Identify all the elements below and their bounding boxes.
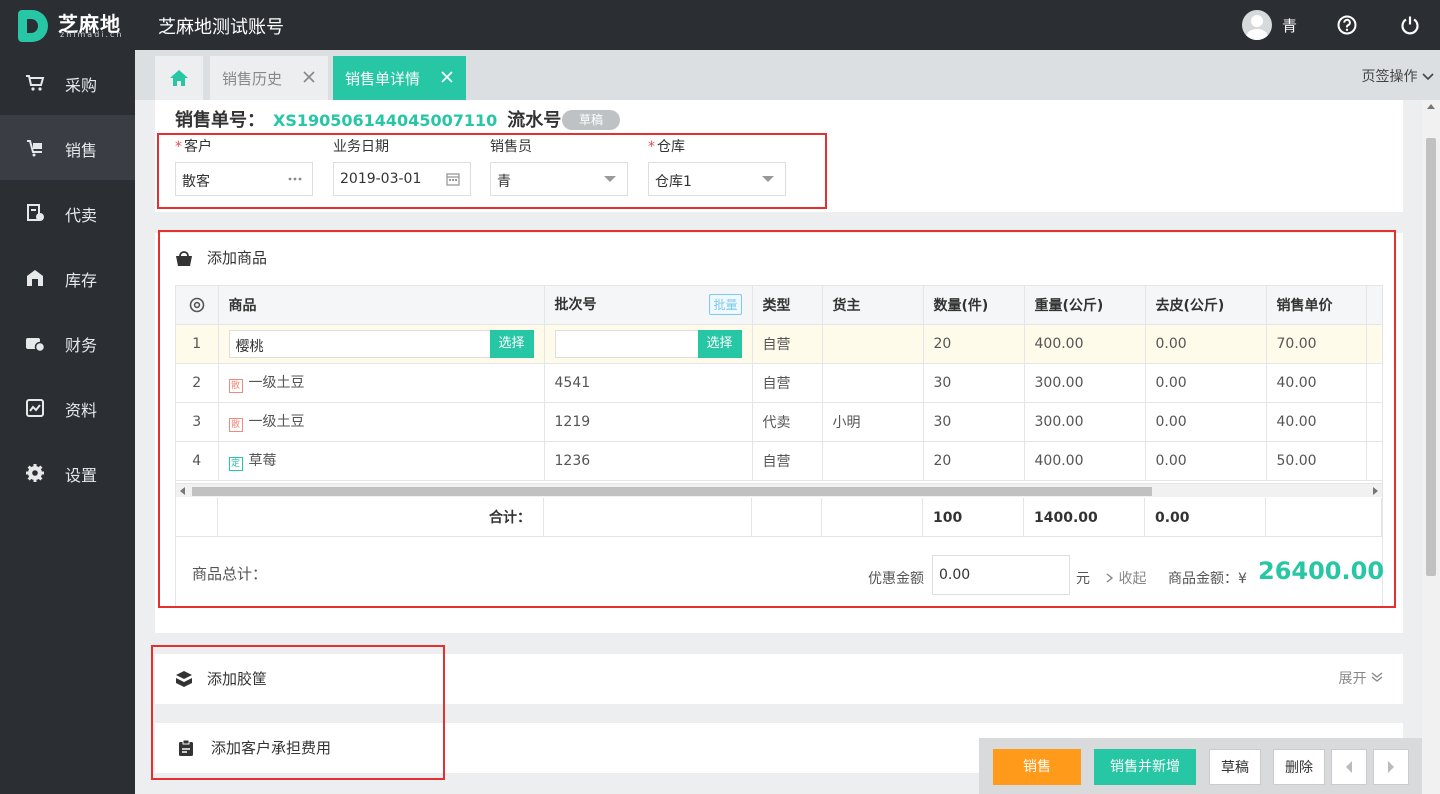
scroll-up-icon[interactable] bbox=[1427, 104, 1435, 109]
account-title: 芝麻地测试账号 bbox=[158, 17, 284, 38]
annotation-box-goods bbox=[158, 230, 1396, 608]
sidebar-item-finance[interactable]: 财务 bbox=[0, 310, 135, 375]
previous-button[interactable] bbox=[1331, 749, 1367, 785]
close-icon[interactable] bbox=[302, 70, 316, 84]
action-bar: 销售 销售并新增 草稿 删除 bbox=[979, 738, 1422, 794]
sidebar: 采购 销售 代卖 库存 财务 资料 设置 bbox=[0, 50, 135, 794]
sidebar-item-label: 销售 bbox=[65, 141, 98, 160]
sale-icon bbox=[27, 140, 42, 157]
cart-icon bbox=[26, 75, 45, 91]
tab-operations-menu[interactable]: 页签操作 bbox=[1362, 66, 1434, 86]
sidebar-item-consign[interactable]: 代卖 bbox=[0, 180, 135, 245]
help-icon[interactable] bbox=[1337, 15, 1357, 35]
status-badge: 草稿 bbox=[562, 110, 620, 130]
sidebar-item-settings[interactable]: 设置 bbox=[0, 440, 135, 505]
data-icon bbox=[26, 399, 44, 417]
warehouse-icon bbox=[27, 270, 43, 286]
sell-and-new-button[interactable]: 销售并新增 bbox=[1094, 749, 1196, 785]
finance-icon bbox=[26, 338, 45, 353]
tab-sales-detail[interactable]: 销售单详情 bbox=[333, 56, 466, 100]
chevron-down-icon bbox=[1422, 73, 1434, 81]
triangle-left-icon bbox=[1346, 761, 1352, 773]
sidebar-item-label: 资料 bbox=[65, 401, 98, 420]
logo-mark-icon bbox=[18, 10, 48, 42]
logo[interactable]: 芝麻地 zhimadi.cn bbox=[18, 10, 128, 42]
logo-subtext: zhimadi.cn bbox=[60, 30, 124, 39]
home-icon bbox=[170, 70, 188, 86]
close-icon[interactable] bbox=[440, 70, 454, 84]
tab-home[interactable] bbox=[155, 56, 203, 100]
next-button[interactable] bbox=[1373, 749, 1409, 785]
sidebar-item-label: 财务 bbox=[65, 336, 98, 355]
crates-expand-toggle[interactable]: 展开 bbox=[1339, 668, 1383, 688]
sidebar-item-purchase[interactable]: 采购 bbox=[0, 50, 135, 115]
sell-button[interactable]: 销售 bbox=[993, 749, 1081, 785]
order-no-label: 销售单号： bbox=[175, 110, 265, 131]
delete-button[interactable]: 删除 bbox=[1273, 749, 1325, 785]
vertical-scrollbar[interactable] bbox=[1422, 100, 1440, 794]
annotation-box-extras bbox=[151, 645, 445, 780]
user-name[interactable]: 青 bbox=[1282, 15, 1297, 36]
power-icon[interactable] bbox=[1400, 15, 1420, 35]
sidebar-item-label: 代卖 bbox=[65, 206, 98, 225]
tab-label: 销售历史 bbox=[222, 70, 283, 88]
sidebar-item-sales[interactable]: 销售 bbox=[0, 115, 135, 180]
tab-bar: 销售历史 销售单详情 页签操作 bbox=[135, 50, 1440, 100]
top-bar: 芝麻地 zhimadi.cn 芝麻地测试账号 青 bbox=[0, 0, 1440, 50]
order-heading: 销售单号：XS190506144045007110流水号：1 bbox=[175, 106, 598, 132]
tab-ops-label: 页签操作 bbox=[1361, 69, 1418, 85]
tab-label: 销售单详情 bbox=[345, 70, 421, 88]
sidebar-item-data[interactable]: 资料 bbox=[0, 375, 135, 440]
annotation-box-header bbox=[157, 133, 827, 209]
sidebar-item-label: 设置 bbox=[65, 466, 98, 485]
draft-button[interactable]: 草稿 bbox=[1209, 749, 1261, 785]
scrollbar-thumb[interactable] bbox=[1426, 138, 1436, 576]
sidebar-item-label: 库存 bbox=[65, 271, 98, 290]
avatar[interactable] bbox=[1242, 10, 1272, 40]
sidebar-item-label: 采购 bbox=[65, 76, 98, 95]
consign-icon bbox=[27, 204, 44, 221]
order-no-value: XS190506144045007110 bbox=[273, 111, 498, 130]
double-chevron-down-icon bbox=[1371, 672, 1383, 682]
triangle-right-icon bbox=[1388, 761, 1394, 773]
gear-icon bbox=[26, 464, 44, 482]
sidebar-item-inventory[interactable]: 库存 bbox=[0, 245, 135, 310]
tab-sales-history[interactable]: 销售历史 bbox=[210, 56, 328, 100]
